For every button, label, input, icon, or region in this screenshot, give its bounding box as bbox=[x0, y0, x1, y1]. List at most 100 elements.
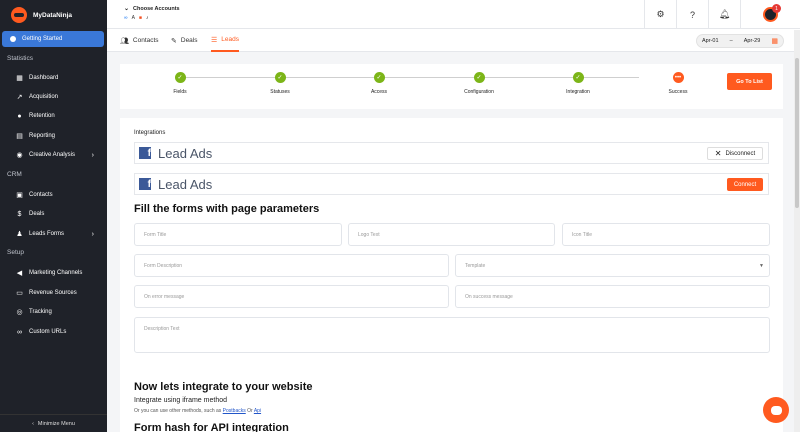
trend-icon: ↗ bbox=[16, 94, 23, 101]
date-from: Apr-01 bbox=[702, 38, 719, 44]
check-icon: ✓ bbox=[373, 72, 385, 83]
brand[interactable]: MyDataNinja bbox=[0, 0, 107, 30]
step-access[interactable]: ✓ Access bbox=[349, 72, 409, 95]
sidebar-item-contacts[interactable]: ▣ Contacts bbox=[16, 189, 102, 201]
meta-icon: ∞ bbox=[124, 15, 128, 21]
choose-accounts-label: Choose Accounts bbox=[133, 5, 180, 12]
sidebar-item-acquisition[interactable]: ↗ Acquisition bbox=[16, 91, 102, 103]
on-success-input[interactable]: On success message bbox=[455, 285, 770, 308]
minimize-menu-button[interactable]: ‹ Minimize Menu bbox=[0, 414, 107, 432]
form-hash-title: Form hash for API integration bbox=[134, 422, 289, 432]
dashboard-icon: ▦ bbox=[16, 75, 23, 82]
sidebar-item-label: Deals bbox=[29, 211, 45, 217]
postbacks-link[interactable]: Postbacks bbox=[223, 408, 246, 414]
help-button[interactable]: ? bbox=[676, 0, 708, 29]
disconnect-button[interactable]: ✕ Disconnect bbox=[707, 147, 763, 160]
question-icon: ? bbox=[689, 9, 695, 20]
api-link[interactable]: Api bbox=[254, 408, 261, 414]
sidebar-item-reporting[interactable]: ▤ Reporting bbox=[16, 130, 102, 142]
tab-bar: 👥︎ Contacts ✎ Deals ☰ Leads Apr-01 – Apr… bbox=[107, 29, 800, 52]
step-success[interactable]: ••• Success bbox=[648, 72, 708, 95]
avatar: 1 bbox=[763, 4, 781, 22]
minimize-label: Minimize Menu bbox=[37, 420, 75, 427]
integrate-note: Or you can use other methods, such as Po… bbox=[134, 408, 261, 414]
integration-row: f Lead Ads Connect bbox=[134, 173, 769, 195]
note-prefix: Or you can use other methods, such as bbox=[134, 408, 222, 414]
check-icon: ✓ bbox=[473, 72, 485, 83]
integrate-title: Now lets integrate to your website bbox=[134, 381, 313, 393]
date-range-picker[interactable]: Apr-01 – Apr-29 ▦ bbox=[696, 34, 784, 48]
chevron-down-icon: ⌄ bbox=[124, 6, 130, 12]
step-integration[interactable]: ✓ Integration bbox=[548, 72, 608, 95]
sidebar-item-label: Leads Forms bbox=[29, 231, 65, 237]
sidebar-item-label: Creative Analysis bbox=[29, 152, 76, 158]
step-label: Success bbox=[668, 89, 688, 95]
sidebar-item-retention[interactable]: ● Retention bbox=[16, 110, 102, 122]
scrollbar-thumb[interactable] bbox=[795, 58, 799, 208]
caret-down-icon: ▼ bbox=[759, 262, 764, 269]
tab-leads[interactable]: ☰ Leads bbox=[211, 29, 239, 52]
logo-text-input[interactable]: Logo Text bbox=[348, 223, 555, 246]
check-icon: ✓ bbox=[572, 72, 584, 83]
sidebar-item-tracking[interactable]: ◎ Tracking bbox=[16, 306, 102, 318]
description-textarea[interactable]: Description Text bbox=[134, 317, 770, 353]
chat-button[interactable] bbox=[763, 397, 789, 423]
account-selector[interactable]: ⌄ Choose Accounts ∞ A ■ ♪ bbox=[124, 5, 180, 22]
integration-card: Integrations f Lead Ads ✕ Disconnect f L… bbox=[120, 118, 783, 432]
step-fields[interactable]: ✓ Fields bbox=[150, 72, 210, 95]
integrate-subtitle: Integrate using iframe method bbox=[134, 397, 227, 404]
tracking-icon: ◎ bbox=[16, 309, 23, 316]
scrollbar[interactable] bbox=[794, 30, 800, 432]
sidebar-item-leads-forms[interactable]: ♟ Leads Forms › bbox=[16, 228, 102, 240]
tab-label: Leads bbox=[221, 36, 239, 43]
close-icon: ✕ bbox=[714, 149, 722, 158]
step-configuration[interactable]: ✓ Configuration bbox=[449, 72, 509, 95]
leads-icon: ♟ bbox=[16, 231, 23, 238]
section-setup: Setup bbox=[7, 249, 24, 256]
tab-contacts[interactable]: 👥︎ Contacts bbox=[120, 29, 159, 52]
connect-button[interactable]: Connect bbox=[727, 178, 763, 191]
sidebar-item-label: Reporting bbox=[29, 133, 56, 139]
report-icon: ▤ bbox=[16, 133, 23, 140]
check-icon: ✓ bbox=[174, 72, 186, 83]
integration-row: f Lead Ads ✕ Disconnect bbox=[134, 142, 769, 164]
step-label: Statuses bbox=[270, 89, 290, 95]
sidebar-item-marketing-channels[interactable]: ◀ Marketing Channels bbox=[16, 267, 102, 279]
section-crm: CRM bbox=[7, 171, 22, 178]
sidebar-item-label: Acquisition bbox=[29, 94, 59, 100]
tiktok-icon: ♪ bbox=[145, 15, 149, 21]
chevron-right-icon: › bbox=[91, 151, 94, 159]
sidebar-item-getting-started[interactable]: Getting Started bbox=[2, 31, 104, 47]
sidebar-item-label: Dashboard bbox=[29, 75, 59, 81]
icon-title-input[interactable]: Icon Title bbox=[562, 223, 770, 246]
facebook-icon: f bbox=[139, 147, 151, 159]
ellipsis-icon: ••• bbox=[672, 72, 684, 83]
go-to-list-button[interactable]: Go To List bbox=[727, 73, 772, 90]
template-select[interactable]: Template ▼ bbox=[455, 254, 770, 277]
handshake-icon: ✎ bbox=[171, 37, 177, 45]
template-placeholder: Template bbox=[465, 262, 486, 269]
gear-icon: ⚙ bbox=[656, 9, 665, 19]
sidebar-item-custom-urls[interactable]: ∞ Custom URLs bbox=[16, 326, 102, 338]
sidebar-item-revenue-sources[interactable]: ▭ Revenue Sources bbox=[16, 287, 102, 299]
note-or: Or bbox=[247, 408, 253, 414]
sidebar-item-deals[interactable]: $ Deals bbox=[16, 208, 102, 220]
microsoft-icon: ■ bbox=[138, 15, 142, 21]
on-error-input[interactable]: On error message bbox=[134, 285, 449, 308]
contacts-icon: 👥︎ bbox=[120, 37, 129, 45]
notifications-button[interactable]: 🔔︎ bbox=[708, 0, 740, 29]
settings-button[interactable]: ⚙ bbox=[644, 0, 676, 29]
tab-deals[interactable]: ✎ Deals bbox=[171, 29, 198, 52]
link-icon: ∞ bbox=[17, 328, 22, 336]
sidebar-item-creative-analysis[interactable]: ◉ Creative Analysis › bbox=[16, 149, 102, 161]
check-icon: ✓ bbox=[274, 72, 286, 83]
step-statuses[interactable]: ✓ Statuses bbox=[250, 72, 310, 95]
sidebar-item-dashboard[interactable]: ▦ Dashboard bbox=[16, 72, 102, 84]
money-icon: ▭ bbox=[16, 290, 23, 297]
form-description-input[interactable]: Form Description bbox=[134, 254, 449, 277]
form-title-input[interactable]: Form Title bbox=[134, 223, 342, 246]
tab-label: Contacts bbox=[132, 37, 159, 44]
bulb-icon bbox=[10, 36, 16, 42]
contacts-icon: ▣ bbox=[16, 192, 23, 199]
profile-button[interactable]: 1 bbox=[740, 0, 800, 29]
